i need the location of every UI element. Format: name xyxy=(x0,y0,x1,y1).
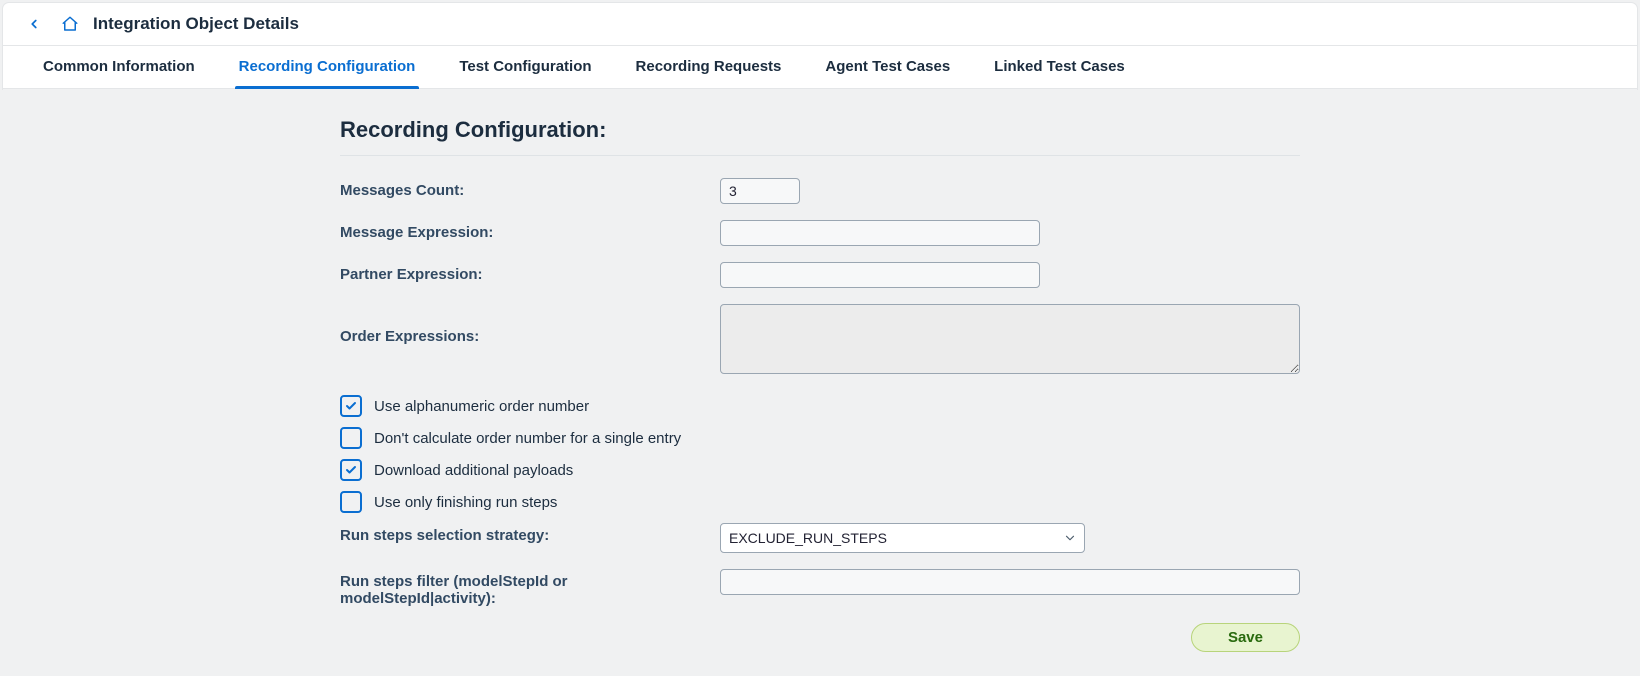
use-only-finishing-run-steps-label: Use only finishing run steps xyxy=(374,494,557,511)
recording-configuration-panel: Recording Configuration: Messages Count:… xyxy=(340,89,1300,676)
partner-expression-label: Partner Expression: xyxy=(340,262,720,283)
save-button[interactable]: Save xyxy=(1191,623,1300,652)
home-button[interactable] xyxy=(57,11,83,37)
download-additional-payloads-checkbox[interactable] xyxy=(340,459,362,481)
run-steps-filter-input[interactable] xyxy=(720,569,1300,595)
tab-recording-requests[interactable]: Recording Requests xyxy=(614,46,804,88)
tab-bar: Common Information Recording Configurati… xyxy=(3,46,1637,89)
tab-common-information[interactable]: Common Information xyxy=(21,46,217,88)
tab-linked-test-cases[interactable]: Linked Test Cases xyxy=(972,46,1147,88)
download-additional-payloads-label: Download additional payloads xyxy=(374,462,573,479)
messages-count-input[interactable] xyxy=(720,178,800,204)
back-button[interactable] xyxy=(21,11,47,37)
tab-agent-test-cases[interactable]: Agent Test Cases xyxy=(803,46,972,88)
check-icon xyxy=(345,464,357,476)
messages-count-label: Messages Count: xyxy=(340,178,720,199)
section-divider xyxy=(340,155,1300,156)
use-alphanumeric-checkbox[interactable] xyxy=(340,395,362,417)
order-expressions-label: Order Expressions: xyxy=(340,304,720,345)
titlebar: Integration Object Details xyxy=(3,3,1637,46)
home-icon xyxy=(61,15,79,33)
run-steps-strategy-label: Run steps selection strategy: xyxy=(340,523,720,544)
message-expression-input[interactable] xyxy=(720,220,1040,246)
use-only-finishing-run-steps-checkbox[interactable] xyxy=(340,491,362,513)
order-expressions-textarea[interactable] xyxy=(720,304,1300,374)
section-title: Recording Configuration: xyxy=(340,117,1300,143)
check-icon xyxy=(345,400,357,412)
tab-recording-configuration[interactable]: Recording Configuration xyxy=(217,46,438,88)
message-expression-label: Message Expression: xyxy=(340,220,720,241)
dont-calculate-single-label: Don't calculate order number for a singl… xyxy=(374,430,681,447)
page-title: Integration Object Details xyxy=(93,14,299,34)
run-steps-filter-label: Run steps filter (modelStepId or modelSt… xyxy=(340,569,720,607)
partner-expression-input[interactable] xyxy=(720,262,1040,288)
dont-calculate-single-checkbox[interactable] xyxy=(340,427,362,449)
tab-test-configuration[interactable]: Test Configuration xyxy=(437,46,613,88)
use-alphanumeric-label: Use alphanumeric order number xyxy=(374,398,589,415)
chevron-left-icon xyxy=(27,17,41,31)
run-steps-strategy-select[interactable]: EXCLUDE_RUN_STEPS xyxy=(720,523,1085,553)
